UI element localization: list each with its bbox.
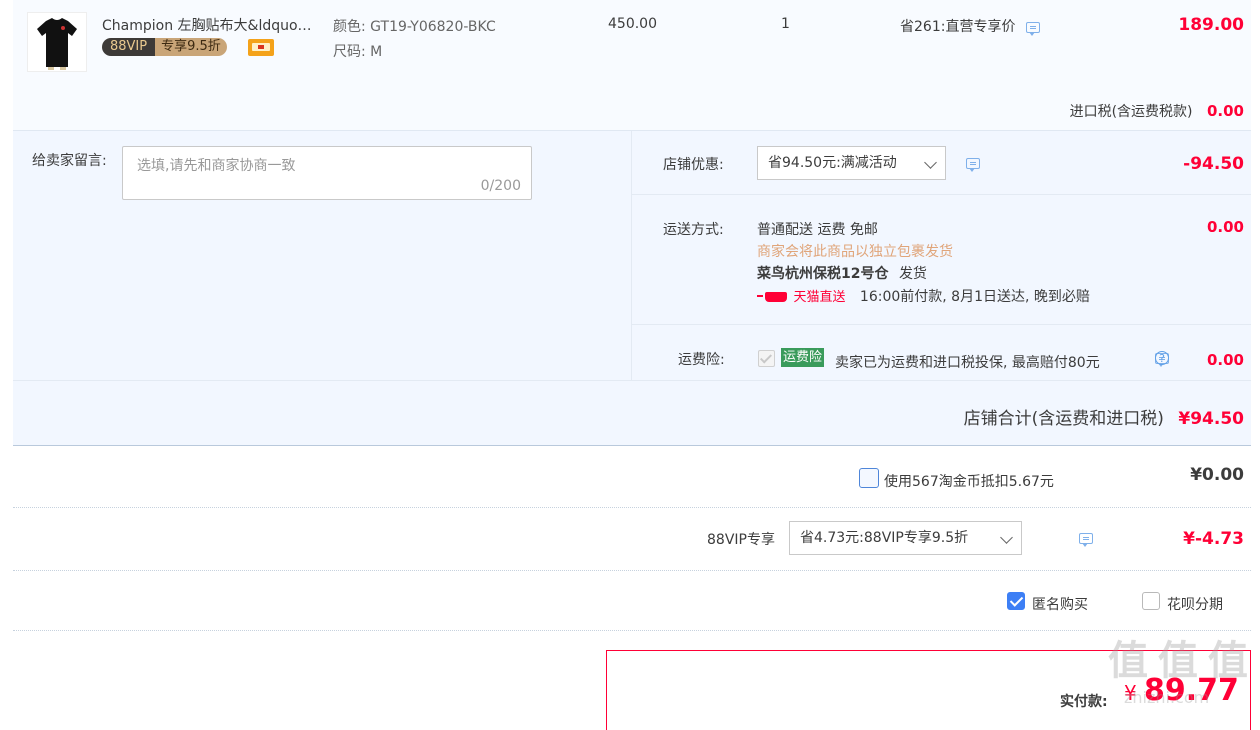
insurance-label: 运费险:: [678, 352, 725, 368]
size-value: M: [370, 44, 383, 60]
divider: [13, 570, 1251, 571]
shipping-label: 运送方式:: [663, 222, 724, 238]
watermark-logo: 值 值 值: [1108, 638, 1248, 684]
delivery-row: 天猫直送 16:00前付款, 8月1日送达, 晚到必赔: [757, 286, 1090, 306]
import-tax-value: 0.00: [1206, 102, 1244, 120]
product-thumbnail[interactable]: [27, 12, 87, 72]
color-label: 颜色:: [333, 19, 366, 35]
insurance-text: 卖家已为运费和进口税投保, 最高赔付80元: [835, 355, 1100, 371]
huabei-label[interactable]: 花呗分期: [1167, 594, 1223, 614]
store-total-label: 店铺合计(含运费和进口税): [963, 409, 1164, 429]
store-discount-select[interactable]: 省94.50元:满减活动: [757, 146, 946, 180]
divider: [632, 194, 1251, 195]
watermark: 值 值 值 zhizhi.com: [1108, 628, 1254, 718]
store-discount-label: 店铺优惠:: [663, 157, 724, 173]
warehouse-row: 菜鸟杭州保税12号仓 发货: [757, 263, 927, 283]
help-icon[interactable]: ?: [1155, 351, 1169, 365]
taojinbi-value: ¥0.00: [1190, 465, 1244, 485]
unit-price: 450.00: [608, 16, 657, 32]
vip-badge-label: 88VIP: [102, 38, 156, 56]
vip88-selected: 省4.73元:88VIP专享9.5折: [800, 530, 969, 546]
vip-badge: 88VIP 专享9.5折: [102, 38, 227, 56]
delivery-text: 16:00前付款, 8月1日送达, 晚到必赔: [859, 289, 1090, 305]
product-name[interactable]: Champion 左胸贴布大&ldquo…: [102, 15, 312, 35]
color-spec: 颜色: GT19-Y06820-BKC: [333, 16, 496, 36]
divider: [13, 630, 1251, 631]
store-total-row: 店铺合计(含运费和进口税) ¥94.50: [964, 404, 1244, 429]
shipping-note: 商家会将此商品以独立包裹发货: [757, 244, 953, 260]
insurance-value: 0.00: [1206, 351, 1244, 369]
taojinbi-checkbox[interactable]: [859, 468, 879, 488]
import-tax-row: 进口税(含运费税款) 0.00: [1070, 101, 1244, 121]
shipping-method: 普通配送 运费 免邮: [757, 222, 878, 238]
anonymous-checkbox[interactable]: [1007, 592, 1025, 610]
vip88-value: ¥-4.73: [1183, 529, 1244, 549]
vip-discount-label: 专享9.5折: [155, 38, 227, 56]
promo-label: 省261:直营专享价: [900, 19, 1016, 35]
size-spec: 尺码: M: [333, 41, 382, 61]
promo-text: 省261:直营专享价: [900, 16, 1040, 36]
tmall-icon: [757, 290, 789, 302]
quantity: 1: [781, 16, 790, 32]
vip88-select[interactable]: 省4.73元:88VIP专享9.5折: [789, 521, 1022, 555]
huabei-checkbox[interactable]: [1142, 592, 1160, 610]
import-tax-label: 进口税(含运费税款): [1069, 104, 1193, 120]
store-discount-selected: 省94.50元:满减活动: [768, 155, 897, 171]
vip88-label: 88VIP专享: [707, 532, 775, 548]
message-input[interactable]: 选填,请先和商家协商一致 0/200: [122, 146, 532, 200]
message-placeholder: 选填,请先和商家协商一致: [137, 158, 296, 174]
warehouse-suffix: 发货: [898, 266, 927, 282]
panel-divider: [631, 131, 632, 381]
insurance-checkbox[interactable]: [758, 350, 775, 367]
warehouse-name: 菜鸟杭州保税12号仓: [757, 266, 889, 282]
divider: [13, 380, 1251, 381]
chat-icon[interactable]: [1025, 22, 1040, 36]
divider: [13, 507, 1251, 508]
taojinbi-label[interactable]: 使用567淘金币抵扣5.67元: [884, 471, 1054, 491]
anonymous-label[interactable]: 匿名购买: [1032, 594, 1088, 614]
divider: [632, 324, 1251, 325]
tshirt-icon: [37, 18, 77, 70]
payment-label: 实付款:: [1060, 694, 1108, 710]
insurance-badge: 运费险: [781, 348, 825, 367]
store-total-value: ¥94.50: [1178, 409, 1244, 429]
card-icon: [248, 39, 274, 56]
color-value: GT19-Y06820-BKC: [370, 19, 496, 35]
shipping-value: 0.00: [1206, 218, 1244, 236]
message-counter: 0/200: [480, 178, 521, 194]
tmall-badge: 天猫直送: [793, 290, 846, 305]
message-label: 给卖家留言:: [32, 153, 107, 169]
store-discount-value: -94.50: [1183, 154, 1244, 174]
item-subtotal: 189.00: [1178, 15, 1244, 35]
watermark-site: zhizhi.com: [1124, 688, 1210, 707]
size-label: 尺码:: [333, 44, 366, 60]
chevron-down-icon: [924, 156, 937, 169]
chat-icon[interactable]: [966, 158, 980, 172]
chevron-down-icon: [1000, 531, 1013, 544]
chat-icon[interactable]: [1078, 533, 1093, 547]
